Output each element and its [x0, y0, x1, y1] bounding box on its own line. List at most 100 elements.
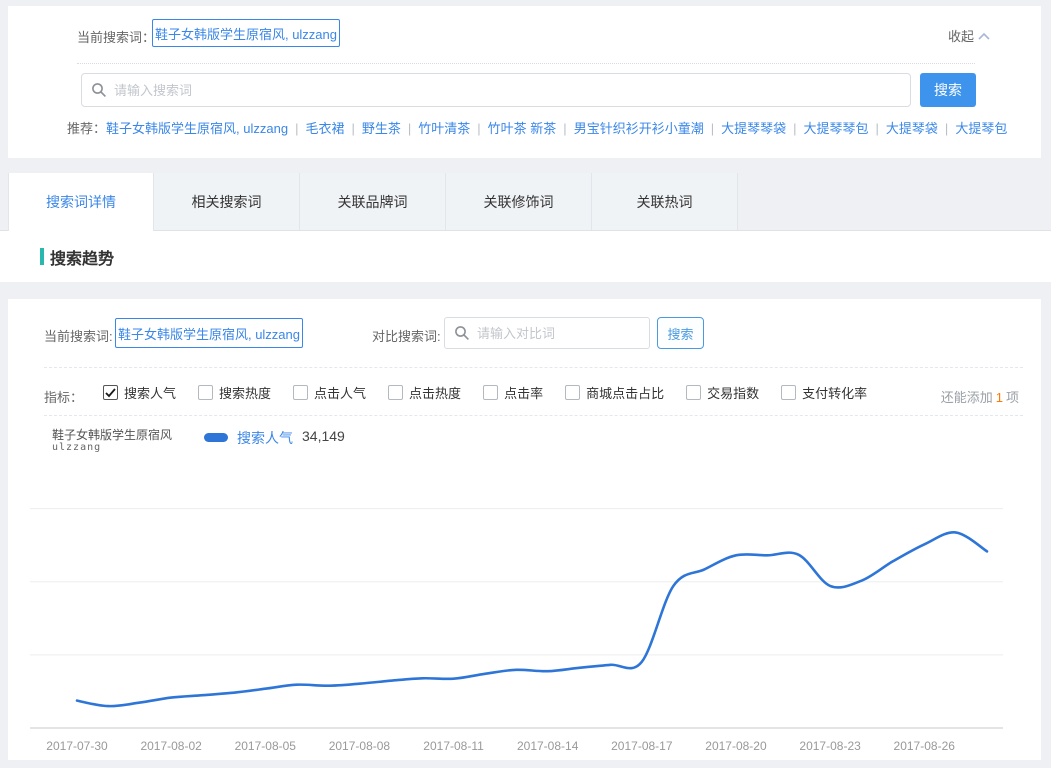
- page-title: 搜索趋势: [50, 245, 114, 269]
- metric-checkbox-7[interactable]: 交易指数: [686, 383, 759, 402]
- metrics-row: 搜索人气 搜索热度 点击人气 点击热度 点击率 商城点击占比 交易指数 支付转化率: [103, 383, 867, 402]
- metrics-label: 指标：: [44, 387, 83, 406]
- metric-label: 点击热度: [409, 383, 461, 402]
- chevron-up-icon: [978, 32, 990, 40]
- recommend-term-link[interactable]: 鞋子女韩版学生原宿风, ulzzang: [106, 121, 288, 136]
- tab-2[interactable]: 相关搜索词: [154, 173, 300, 230]
- collapse-label: 收起: [948, 26, 974, 45]
- search-trend-panel: 当前搜索词: 鞋子女韩版学生原宿风, ulzzang 对比搜索词: 搜索 指标：…: [8, 299, 1041, 760]
- checkbox-unchecked[interactable]: [198, 385, 213, 400]
- metric-label: 搜索人气: [124, 383, 176, 402]
- x-axis-label: 2017-08-11: [423, 739, 484, 753]
- recommend-term-link[interactable]: 大提琴包: [955, 121, 1007, 136]
- compare-term-label: 对比搜索词:: [372, 326, 441, 345]
- separator: |: [351, 121, 354, 136]
- trend-line-series: [77, 532, 987, 706]
- trend-line-chart[interactable]: 2017-07-30 2017-08-02 2017-08-05 2017-08-08…: [30, 470, 1005, 755]
- x-axis-label: 2017-08-26: [894, 739, 956, 753]
- metric-checkbox-1[interactable]: 搜索人气: [103, 383, 176, 402]
- search-icon: [454, 325, 470, 341]
- compare-input[interactable]: [444, 317, 650, 349]
- x-axis-label: 2017-08-14: [517, 739, 579, 753]
- x-axis-label: 2017-08-08: [329, 739, 391, 753]
- metric-label: 交易指数: [707, 383, 759, 402]
- tab-5[interactable]: 关联热词: [592, 173, 738, 230]
- recommend-term-link[interactable]: 大提琴袋: [886, 121, 938, 136]
- chart-legend: 鞋子女韩版学生原宿风 ulzzang 搜索人气 34,149: [52, 428, 345, 453]
- tab-bar: 搜索词详情相关搜索词关联品牌词关联修饰词关联热词: [0, 173, 1051, 231]
- metric-label: 点击率: [504, 383, 543, 402]
- add-more-count: 1: [996, 390, 1003, 405]
- legend-metric-label: 搜索人气: [237, 428, 293, 448]
- dotted-divider: [77, 63, 975, 64]
- recommend-term-link[interactable]: 竹叶清茶: [418, 121, 470, 136]
- search-term-panel: 当前搜索词： 鞋子女韩版学生原宿风, ulzzang 收起 搜索 推荐：鞋子女韩…: [8, 6, 1041, 158]
- x-axis-label: 2017-08-17: [611, 739, 673, 753]
- separator: |: [711, 121, 714, 136]
- add-more-prefix: 还能添加: [941, 390, 993, 405]
- separator: |: [793, 121, 796, 136]
- metric-checkbox-4[interactable]: 点击热度: [388, 383, 461, 402]
- metric-checkbox-8[interactable]: 支付转化率: [781, 383, 867, 402]
- checkbox-unchecked[interactable]: [483, 385, 498, 400]
- metric-checkbox-6[interactable]: 商城点击占比: [565, 383, 664, 402]
- checkbox-unchecked[interactable]: [565, 385, 580, 400]
- checkmark-icon: [105, 388, 116, 398]
- recommend-term-link[interactable]: 男宝针织衫开衫小童潮: [574, 121, 704, 136]
- separator: |: [876, 121, 879, 136]
- checkbox-unchecked[interactable]: [388, 385, 403, 400]
- search-input-wrap: [81, 73, 911, 107]
- metric-checkbox-5[interactable]: 点击率: [483, 383, 543, 402]
- separator: |: [408, 121, 411, 136]
- add-more-hint: 还能添加1项: [941, 387, 1019, 406]
- section-header: 搜索趋势: [0, 231, 1051, 282]
- checkbox-unchecked[interactable]: [293, 385, 308, 400]
- compare-input-wrap: [444, 317, 650, 349]
- x-axis-label: 2017-08-23: [799, 739, 861, 753]
- search-icon: [91, 82, 107, 98]
- section-accent-bar: [40, 248, 44, 265]
- checkbox-unchecked[interactable]: [686, 385, 701, 400]
- recommend-row: 推荐：鞋子女韩版学生原宿风, ulzzang | 毛衣裙 | 野生茶 | 竹叶清茶 | 竹叶茶 …: [67, 120, 1011, 138]
- metric-checkbox-3[interactable]: 点击人气: [293, 383, 366, 402]
- checkbox-checked[interactable]: [103, 385, 118, 400]
- x-axis-label: 2017-07-30: [46, 739, 108, 753]
- page: 当前搜索词： 鞋子女韩版学生原宿风, ulzzang 收起 搜索 推荐：鞋子女韩…: [0, 0, 1051, 768]
- divider: [44, 415, 1023, 416]
- search-input[interactable]: [81, 73, 911, 107]
- checkbox-unchecked[interactable]: [781, 385, 796, 400]
- tab-3[interactable]: 关联品牌词: [300, 173, 446, 230]
- search-button[interactable]: 搜索: [920, 73, 976, 107]
- current-term-chip[interactable]: 鞋子女韩版学生原宿风, ulzzang: [152, 19, 340, 47]
- recommend-term-link[interactable]: 竹叶茶 新茶: [488, 121, 557, 136]
- metric-label: 商城点击占比: [586, 383, 664, 402]
- legend-metric-value: 34,149: [302, 428, 345, 444]
- recommend-term-link[interactable]: 野生茶: [362, 121, 401, 136]
- metric-label: 支付转化率: [802, 383, 867, 402]
- collapse-toggle[interactable]: 收起: [948, 26, 990, 45]
- trend-current-term-label: 当前搜索词:: [44, 326, 113, 345]
- tab-1[interactable]: 搜索词详情: [8, 173, 154, 231]
- separator: |: [563, 121, 566, 136]
- x-axis-label: 2017-08-20: [705, 739, 767, 753]
- recommend-term-link[interactable]: 大提琴琴包: [804, 121, 869, 136]
- trend-current-term-chip[interactable]: 鞋子女韩版学生原宿风, ulzzang: [115, 318, 303, 348]
- separator: |: [295, 121, 298, 136]
- current-term-label: 当前搜索词：: [77, 27, 155, 46]
- x-axis-label: 2017-08-02: [140, 739, 202, 753]
- separator: |: [945, 121, 948, 136]
- x-axis-label: 2017-08-05: [235, 739, 297, 753]
- separator: |: [477, 121, 480, 136]
- metric-checkbox-2[interactable]: 搜索热度: [198, 383, 271, 402]
- divider: [44, 367, 1023, 368]
- recommend-term-link[interactable]: 大提琴琴袋: [721, 121, 786, 136]
- metric-label: 点击人气: [314, 383, 366, 402]
- legend-series-name: 鞋子女韩版学生原宿风 ulzzang: [52, 428, 204, 453]
- add-more-suffix: 项: [1006, 390, 1019, 405]
- legend-line-marker: [204, 433, 228, 442]
- recommend-term-link[interactable]: 毛衣裙: [305, 121, 344, 136]
- recommend-label: 推荐：: [67, 121, 106, 136]
- metric-label: 搜索热度: [219, 383, 271, 402]
- tab-4[interactable]: 关联修饰词: [446, 173, 592, 230]
- compare-search-button[interactable]: 搜索: [657, 317, 704, 349]
